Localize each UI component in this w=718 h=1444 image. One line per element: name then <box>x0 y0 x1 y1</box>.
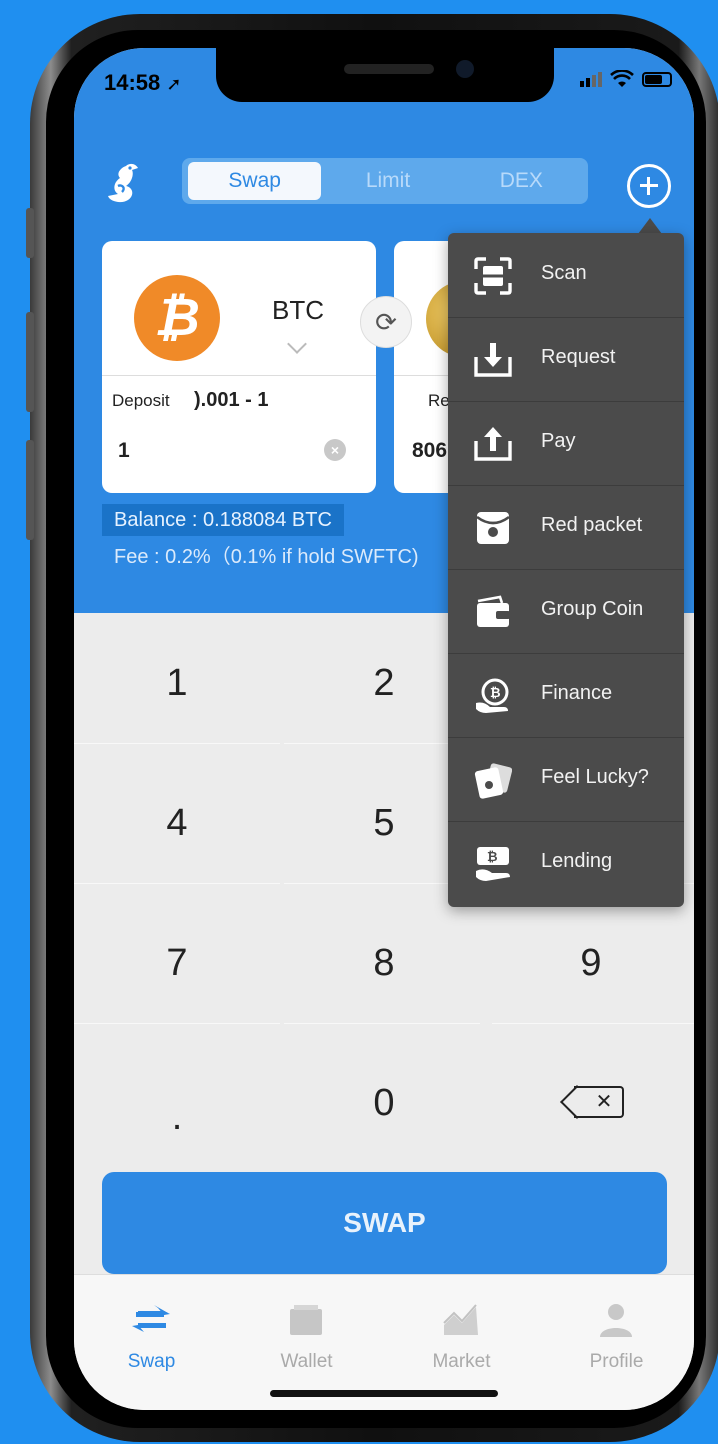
keypad-divider <box>74 1023 280 1024</box>
deposit-card: ₿ BTC Deposit ).001 - 1 1 × <box>102 241 376 493</box>
volume-up-button <box>26 312 34 412</box>
deposit-amount-input[interactable]: 1 <box>118 439 130 463</box>
svg-text:₿: ₿ <box>487 850 498 865</box>
wifi-icon <box>610 70 634 87</box>
notch <box>216 48 554 102</box>
from-coin-selector[interactable]: BTC <box>272 295 324 326</box>
menu-label: Feel Lucky? <box>541 766 649 788</box>
menu-item-red-packet[interactable]: Red packet <box>448 485 684 569</box>
swap-icon <box>132 1305 170 1332</box>
card-divider <box>102 375 376 376</box>
swap-direction-button[interactable]: ⟳ <box>360 296 412 348</box>
menu-label: Red packet <box>541 514 643 536</box>
chevron-down-icon[interactable] <box>287 334 307 354</box>
pay-icon <box>474 427 512 461</box>
tabbar-label: Wallet <box>280 1351 333 1372</box>
fee-text: Fee : 0.2%（0.1% if hold SWFTC) <box>114 546 419 568</box>
deposit-label: Deposit <box>112 391 170 410</box>
front-camera <box>456 60 474 78</box>
tab-limit[interactable]: Limit <box>321 162 454 200</box>
keypad-divider <box>284 1023 480 1024</box>
tab-swap[interactable]: Swap <box>188 162 322 200</box>
svg-text:₿: ₿ <box>490 686 501 701</box>
profile-icon <box>600 1304 632 1337</box>
scan-icon <box>474 257 512 295</box>
menu-label: Lending <box>541 850 613 872</box>
key-0[interactable]: 0 <box>281 1033 487 1173</box>
finance-icon: ₿ <box>476 678 509 713</box>
balance-text: Balance : 0.188084 BTC <box>102 504 344 536</box>
swap-button[interactable]: SWAP <box>102 1172 667 1274</box>
menu-item-pay[interactable]: Pay <box>448 401 684 485</box>
plus-menu-button[interactable] <box>627 164 671 208</box>
keypad-divider <box>492 1023 694 1024</box>
group-coin-icon <box>477 595 510 627</box>
market-chart-icon <box>443 1304 478 1335</box>
tab-dex[interactable]: DEX <box>455 162 588 200</box>
home-indicator <box>270 1390 498 1397</box>
tabbar-label: Market <box>432 1351 491 1372</box>
tabbar-label: Swap <box>127 1351 176 1372</box>
menu-label: Pay <box>541 430 576 452</box>
keypad-divider <box>74 883 280 884</box>
receive-label: Re <box>428 391 450 410</box>
btc-coin-icon: ₿ <box>134 275 220 361</box>
key-8[interactable]: 8 <box>281 893 487 1033</box>
speaker <box>344 64 434 74</box>
menu-item-group-coin[interactable]: Group Coin <box>448 569 684 653</box>
menu-label: Group Coin <box>541 598 644 620</box>
feel-lucky-icon <box>474 763 512 799</box>
mode-tabs: Swap Limit DEX <box>182 158 588 204</box>
keypad-divider <box>74 743 280 744</box>
status-time: 14:58 ➚ <box>104 70 182 96</box>
wallet-icon <box>290 1305 322 1335</box>
menu-label: Request <box>541 346 616 368</box>
key-1[interactable]: 1 <box>74 613 280 753</box>
key-7[interactable]: 7 <box>74 893 280 1033</box>
plus-dropdown-menu: Scan Request Pay Red packet Group Coin ₿… <box>448 233 684 907</box>
deposit-range: ).001 - 1 <box>194 389 269 411</box>
menu-item-feel-lucky[interactable]: Feel Lucky? <box>448 737 684 821</box>
red-packet-icon <box>476 512 510 544</box>
mute-switch <box>26 208 34 258</box>
lending-icon: ₿ <box>476 847 510 881</box>
location-arrow-icon: ➚ <box>166 74 182 94</box>
time-text: 14:58 <box>104 70 161 95</box>
key-9[interactable]: 9 <box>488 893 694 1033</box>
menu-item-lending[interactable]: ₿ Lending <box>448 821 684 905</box>
status-icons <box>580 70 672 88</box>
battery-icon <box>642 71 672 87</box>
key-4[interactable]: 4 <box>74 753 280 893</box>
backspace-key-icon[interactable]: ✕ <box>560 1085 624 1119</box>
swft-bird-logo-icon <box>108 163 138 203</box>
request-icon <box>474 343 512 377</box>
menu-label: Scan <box>541 262 587 284</box>
menu-item-finance[interactable]: ₿ Finance <box>448 653 684 737</box>
clear-icon[interactable]: × <box>324 439 346 461</box>
menu-item-request[interactable]: Request <box>448 317 684 401</box>
menu-item-scan[interactable]: Scan <box>448 233 684 317</box>
menu-label: Finance <box>541 682 613 704</box>
tabbar-label: Profile <box>589 1351 644 1372</box>
menu-caret <box>638 218 662 234</box>
app-screen: 14:58 ➚ Swap Limit DEX ₿ BTC Deposit ).0… <box>74 48 694 1410</box>
volume-down-button <box>26 440 34 540</box>
signal-icon <box>580 71 602 87</box>
receive-amount: 806 <box>412 439 448 462</box>
key-dot[interactable]: . <box>74 1033 280 1173</box>
